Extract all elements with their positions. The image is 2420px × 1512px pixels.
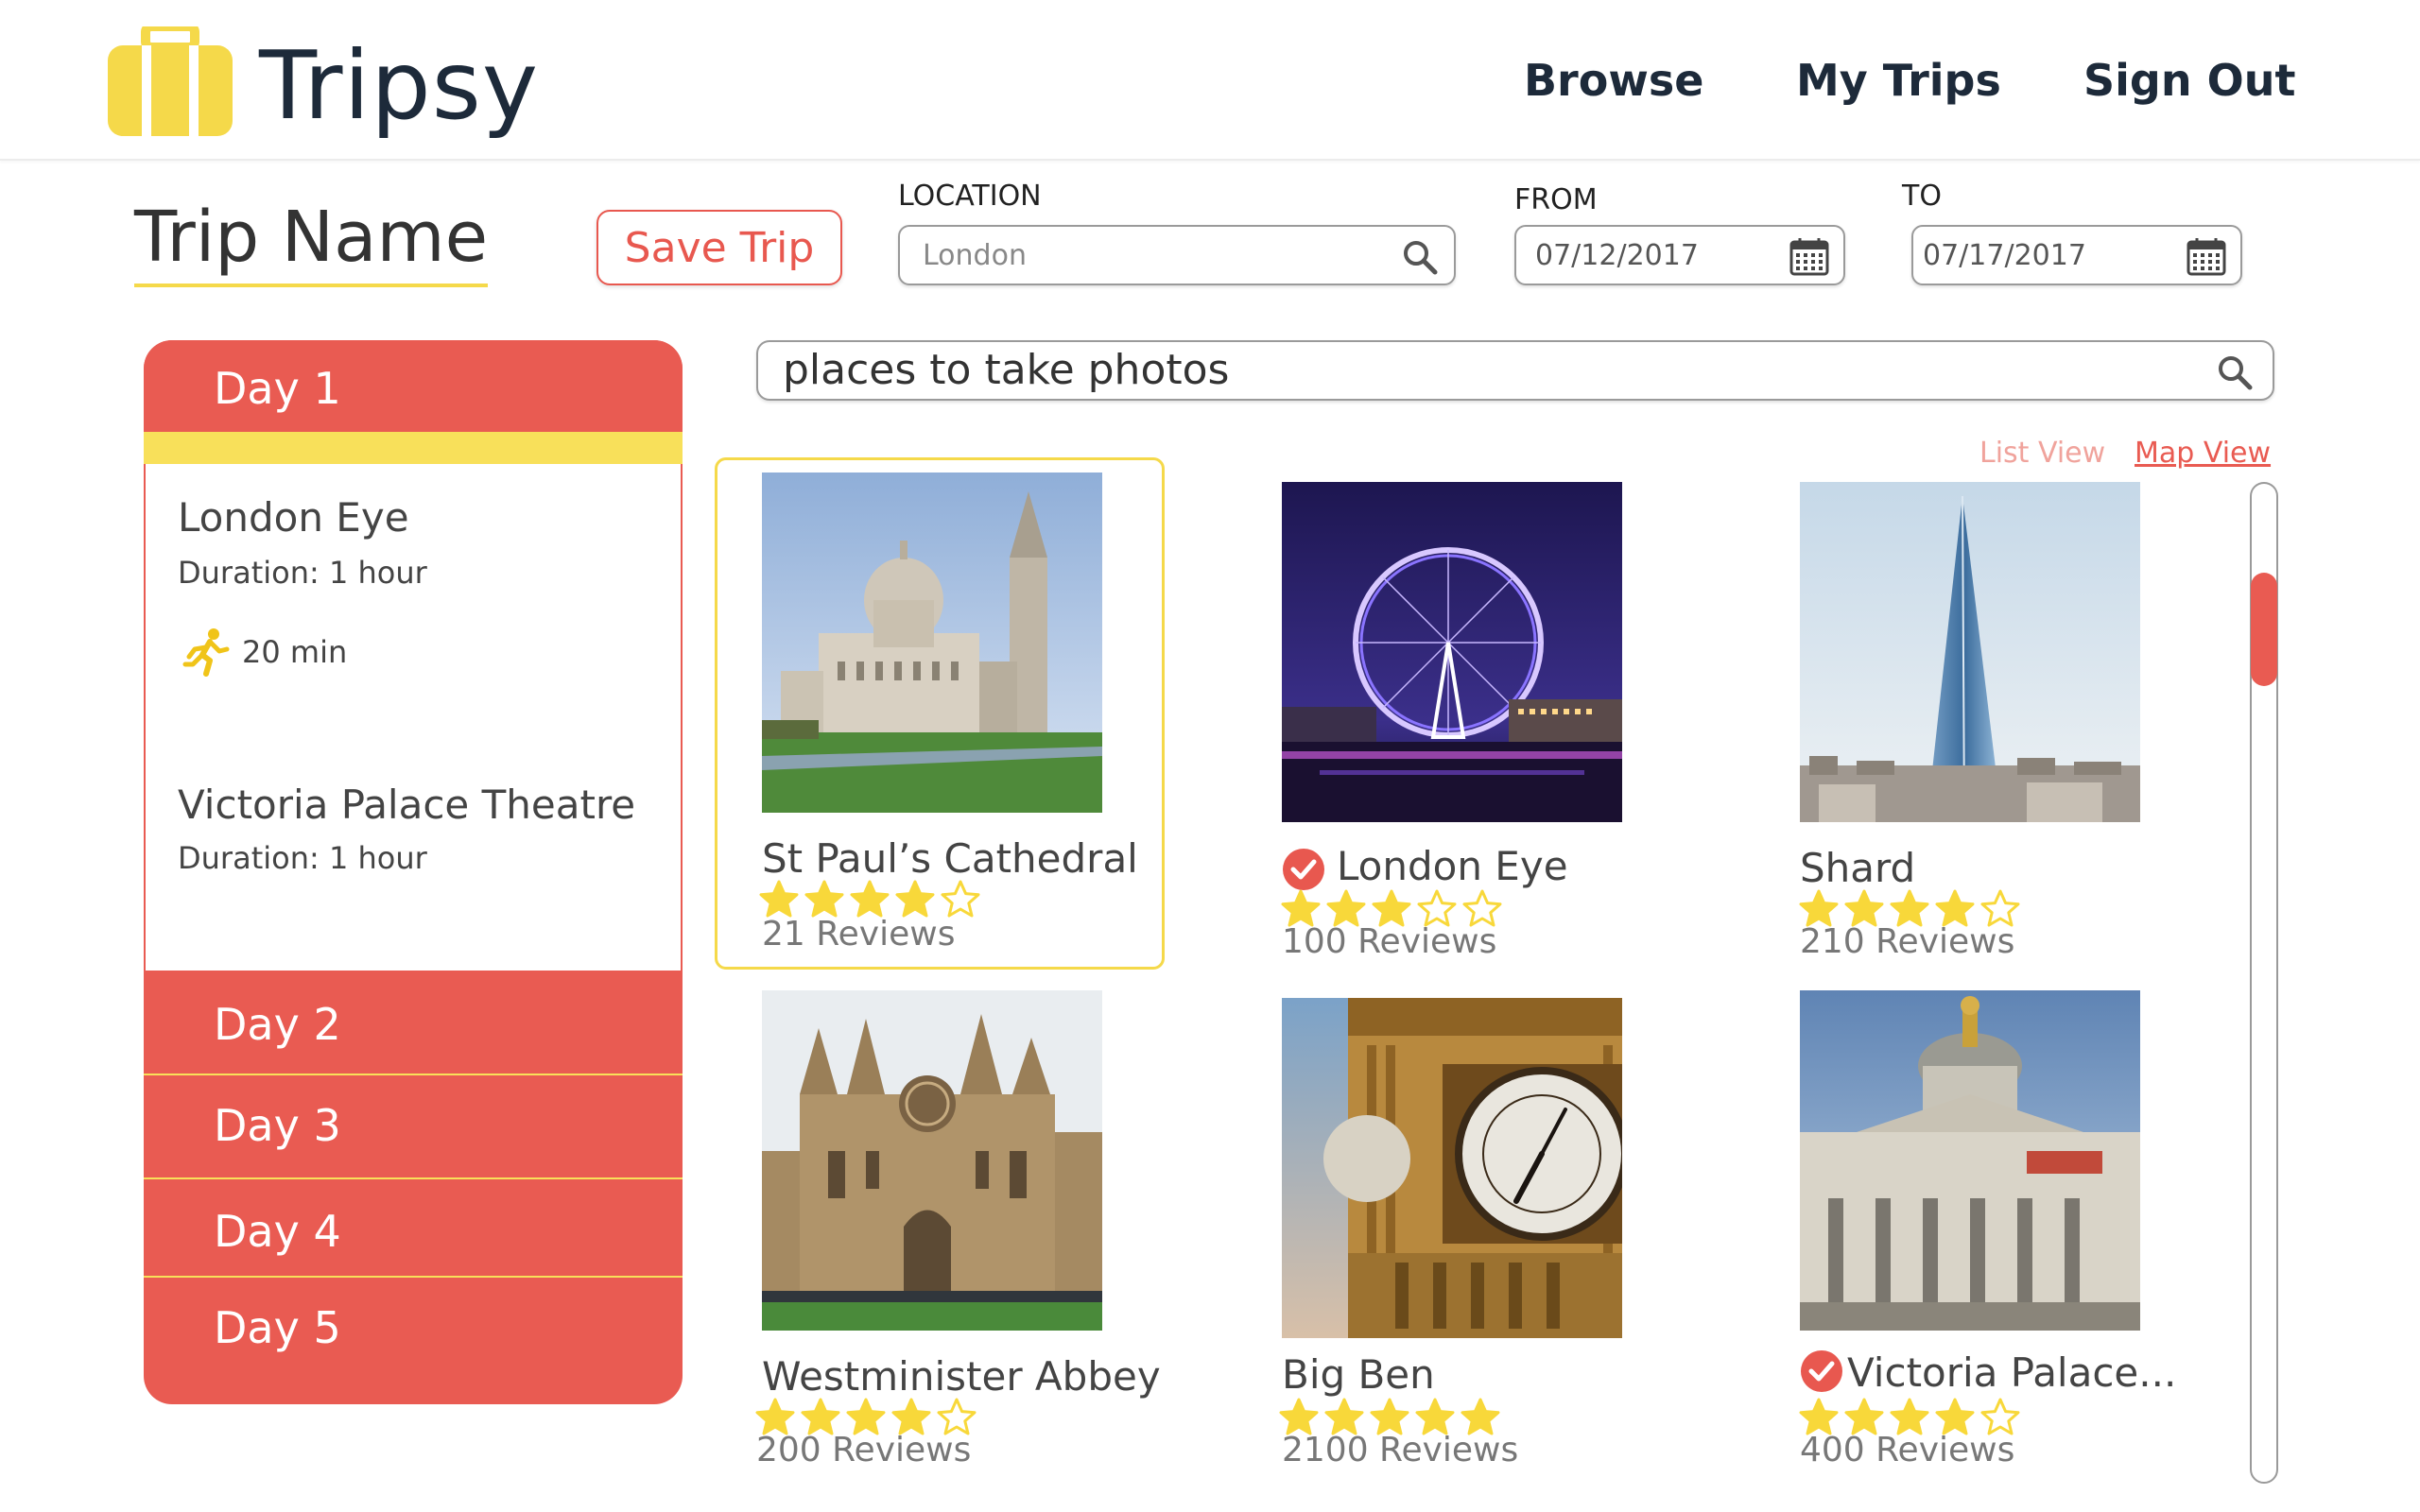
place-photo[interactable] (762, 472, 1102, 813)
review-count: 400 Reviews (1800, 1431, 2015, 1469)
travel-time: 20 min (242, 634, 348, 670)
review-count: 210 Reviews (1800, 922, 2015, 961)
places-search-input[interactable]: places to take photos (756, 340, 2274, 401)
day-5-label: Day 5 (214, 1302, 341, 1353)
from-date-value: 07/12/2017 (1535, 239, 1699, 272)
day-1-label: Day 1 (214, 363, 341, 414)
map-view-link[interactable]: Map View (2135, 437, 2271, 470)
activity-name[interactable]: Victoria Palace Theatre (178, 782, 635, 828)
to-date-value: 07/17/2017 (1923, 239, 2086, 272)
review-count: 21 Reviews (762, 915, 956, 954)
from-label: FROM (1514, 183, 1598, 216)
place-photo[interactable] (1800, 990, 2140, 1331)
activity-duration: Duration: 1 hour (178, 840, 427, 876)
location-label: LOCATION (898, 180, 1042, 213)
day-2-tab[interactable]: Day 2 (144, 971, 683, 1074)
activity-name[interactable]: London Eye (178, 494, 409, 541)
place-title[interactable]: St Paul’s Cathedral (762, 835, 1138, 882)
to-label: TO (1902, 180, 1942, 213)
place-title[interactable]: Victoria Palace... (1847, 1349, 2176, 1396)
app-logo-text[interactable]: Tripsy (259, 30, 539, 141)
location-input[interactable]: London (898, 225, 1456, 285)
location-value: London (923, 239, 1027, 272)
day-4-label: Day 4 (214, 1206, 341, 1257)
place-photo[interactable] (762, 990, 1102, 1331)
place-photo[interactable] (1282, 482, 1622, 822)
search-icon[interactable] (2214, 352, 2256, 393)
day-3-label: Day 3 (214, 1100, 341, 1151)
place-title[interactable]: Westminister Abbey (762, 1353, 1161, 1400)
review-count: 200 Reviews (756, 1431, 972, 1469)
search-query: places to take photos (783, 346, 1230, 394)
trip-name-field[interactable]: Trip Name (134, 197, 489, 287)
list-view-link[interactable]: List View (1979, 437, 2105, 470)
itinerary-sidebar: Day 1 London Eye Duration: 1 hour 20 min… (144, 340, 683, 1404)
app-header: Tripsy Browse My Trips Sign Out (0, 0, 2420, 161)
from-date-input[interactable]: 07/12/2017 (1514, 225, 1845, 285)
scrollbar-thumb[interactable] (2251, 573, 2277, 686)
walking-icon (182, 628, 230, 677)
review-count: 100 Reviews (1282, 922, 1497, 961)
nav-browse[interactable]: Browse (1524, 55, 1703, 106)
day-1-accent-bar (144, 432, 683, 464)
day-3-tab[interactable]: Day 3 (144, 1074, 683, 1177)
calendar-icon[interactable] (1789, 236, 1830, 278)
day-4-tab[interactable]: Day 4 (144, 1177, 683, 1276)
activity-duration: Duration: 1 hour (178, 555, 427, 591)
place-photo[interactable] (1282, 998, 1622, 1338)
day-2-label: Day 2 (214, 999, 341, 1050)
calendar-icon[interactable] (2186, 236, 2227, 278)
day-1-activities: London Eye Duration: 1 hour 20 min Victo… (144, 464, 683, 971)
review-count: 2100 Reviews (1282, 1431, 1519, 1469)
to-date-input[interactable]: 07/17/2017 (1911, 225, 2242, 285)
day-5-tab[interactable]: Day 5 (144, 1276, 683, 1404)
nav-sign-out[interactable]: Sign Out (2083, 55, 2295, 106)
place-photo[interactable] (1800, 482, 2140, 822)
place-title[interactable]: London Eye (1337, 843, 1568, 889)
added-check-icon (1283, 849, 1324, 890)
suitcase-logo-icon (108, 26, 233, 136)
place-title[interactable]: Big Ben (1282, 1351, 1435, 1398)
search-icon[interactable] (1399, 236, 1441, 278)
nav-my-trips[interactable]: My Trips (1796, 55, 2001, 106)
save-trip-button[interactable]: Save Trip (596, 210, 842, 285)
place-title[interactable]: Shard (1800, 845, 1915, 891)
added-check-icon (1801, 1350, 1842, 1392)
day-1-tab[interactable]: Day 1 (144, 340, 683, 432)
